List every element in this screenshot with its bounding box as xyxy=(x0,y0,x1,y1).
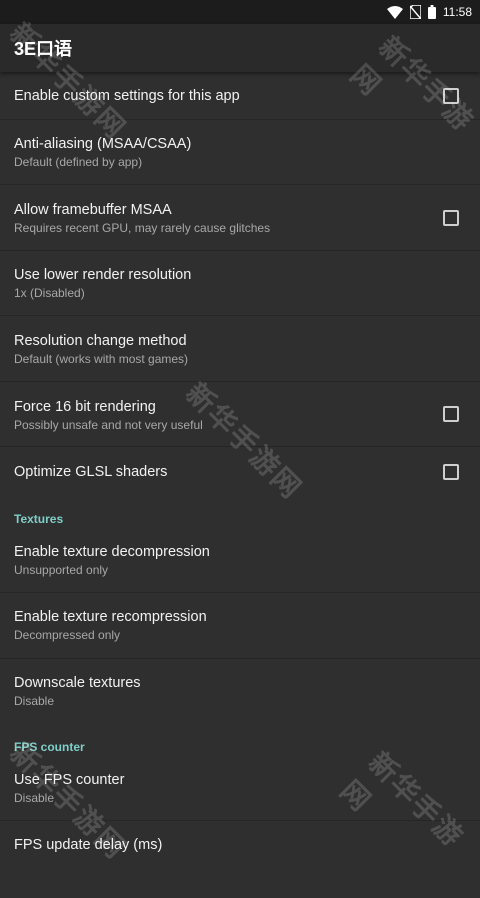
setting-title: Enable custom settings for this app xyxy=(14,88,240,104)
setting-summary: Unsupported only xyxy=(14,563,109,577)
enable-custom-settings-checkbox[interactable] xyxy=(443,88,459,104)
setting-summary: Disable xyxy=(14,791,55,805)
setting-title: Resolution change method xyxy=(14,333,187,349)
setting-title: Downscale textures xyxy=(14,675,141,691)
setting-title: Anti-aliasing (MSAA/CSAA) xyxy=(14,136,192,152)
setting-texture-recompression[interactable]: Enable texture recompression Decompresse… xyxy=(0,593,480,659)
section-header-fps-counter: FPS counter xyxy=(14,740,85,754)
setting-allow-framebuffer-msaa[interactable]: Allow framebuffer MSAA Requires recent G… xyxy=(0,185,480,251)
wifi-icon xyxy=(386,5,403,19)
setting-title: Use lower render resolution xyxy=(14,267,192,283)
setting-force-16-bit-rendering[interactable]: Force 16 bit rendering Possibly unsafe a… xyxy=(0,382,480,447)
framebuffer-msaa-checkbox[interactable] xyxy=(443,210,459,226)
settings-list[interactable]: Enable custom settings for this app Anti… xyxy=(0,72,480,855)
setting-lower-render-resolution[interactable]: Use lower render resolution 1x (Disabled… xyxy=(0,251,480,316)
setting-downscale-textures[interactable]: Downscale textures Disable xyxy=(0,659,480,721)
setting-title: Enable texture decompression xyxy=(14,544,210,560)
setting-optimize-glsl-shaders[interactable]: Optimize GLSL shaders xyxy=(0,447,480,504)
setting-title: Force 16 bit rendering xyxy=(14,399,156,415)
force-16-bit-checkbox[interactable] xyxy=(443,406,459,422)
optimize-glsl-checkbox[interactable] xyxy=(443,464,459,480)
setting-summary: Decompressed only xyxy=(14,628,121,642)
setting-summary: Default (defined by app) xyxy=(14,155,143,169)
setting-title: Allow framebuffer MSAA xyxy=(14,202,172,218)
no-sim-icon xyxy=(409,5,421,19)
section-header-textures: Textures xyxy=(14,512,64,526)
setting-summary: 1x (Disabled) xyxy=(14,286,85,300)
status-time: 11:58 xyxy=(442,5,472,19)
setting-summary: Default (works with most games) xyxy=(14,352,189,366)
setting-texture-decompression[interactable]: Enable texture decompression Unsupported… xyxy=(0,529,480,593)
setting-summary: Disable xyxy=(14,694,55,708)
setting-title: Optimize GLSL shaders xyxy=(14,464,168,480)
setting-use-fps-counter[interactable]: Use FPS counter Disable xyxy=(0,757,480,821)
app-bar: 3E口语 xyxy=(0,24,480,72)
setting-title: Enable texture recompression xyxy=(14,609,207,625)
app-bar-title: 3E口语 xyxy=(14,39,73,59)
setting-title: FPS update delay (ms) xyxy=(14,837,163,853)
setting-enable-custom-settings[interactable]: Enable custom settings for this app xyxy=(0,72,480,120)
setting-fps-update-delay[interactable]: FPS update delay (ms) xyxy=(0,821,480,855)
setting-anti-aliasing[interactable]: Anti-aliasing (MSAA/CSAA) Default (defin… xyxy=(0,120,480,185)
setting-title: Use FPS counter xyxy=(14,772,125,788)
status-bar: 11:58 xyxy=(0,0,480,24)
battery-icon xyxy=(427,5,436,19)
setting-summary: Possibly unsafe and not very useful xyxy=(14,418,203,432)
setting-summary: Requires recent GPU, may rarely cause gl… xyxy=(14,221,271,235)
setting-resolution-change-method[interactable]: Resolution change method Default (works … xyxy=(0,316,480,382)
